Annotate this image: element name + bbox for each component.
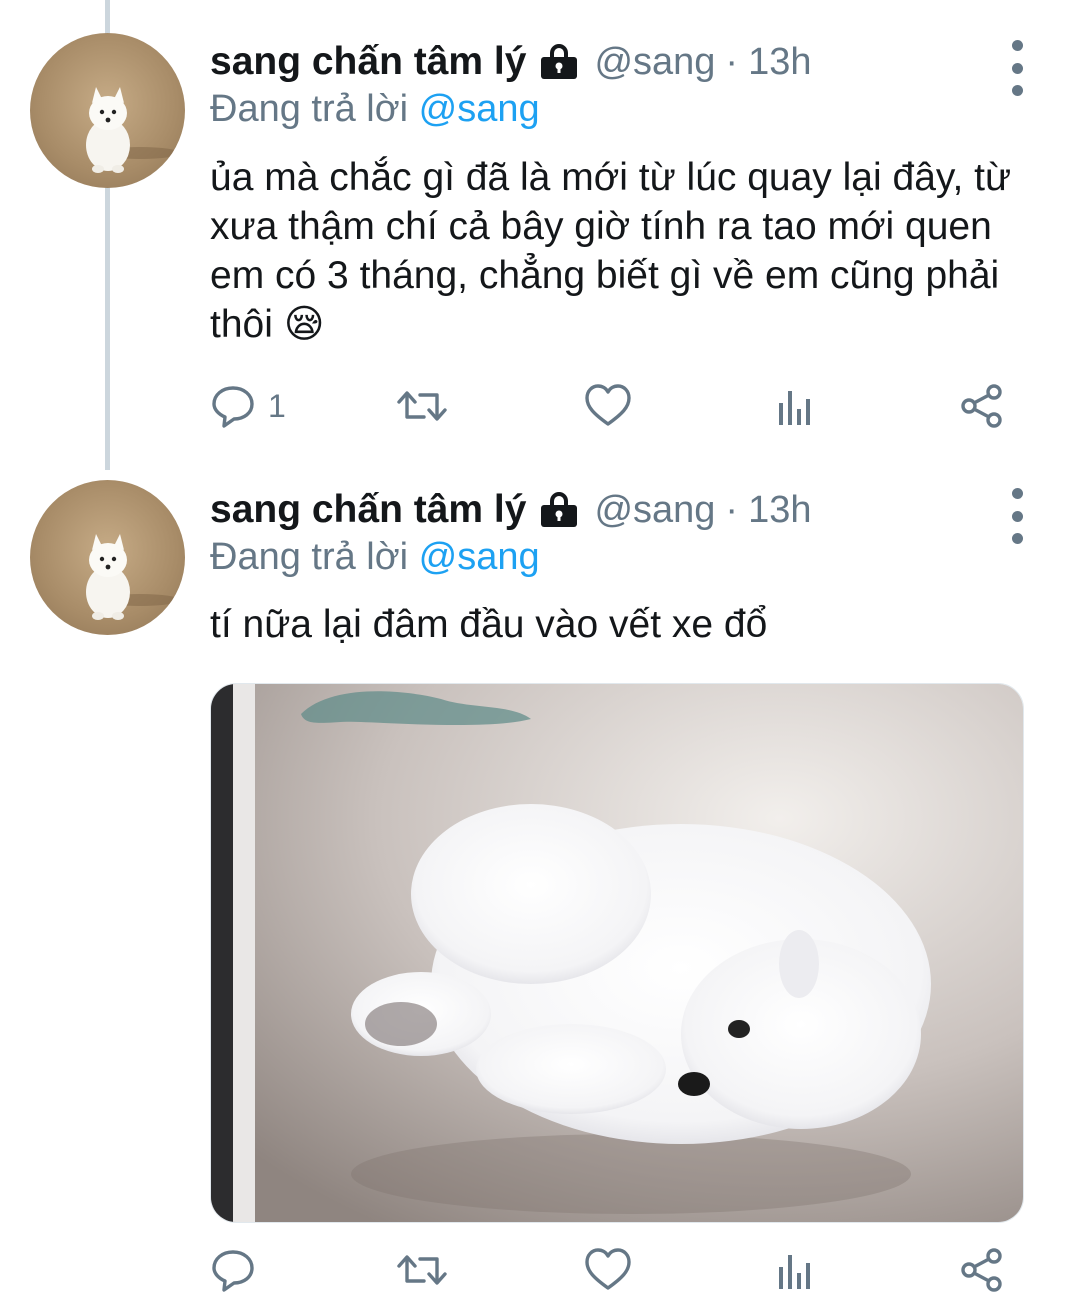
puppy-photo (211, 684, 1023, 1222)
tweet-text: ủa mà chắc gì đã là mới từ lúc quay lại … (210, 156, 1012, 346)
tweet-media[interactable] (210, 683, 1024, 1223)
avatar[interactable] (30, 33, 185, 188)
timestamp[interactable]: 13h (748, 41, 811, 84)
reply-icon (212, 1250, 254, 1292)
timestamp[interactable]: 13h (748, 489, 811, 532)
tweet-1[interactable]: sang chấn tâm lý @sang · 13h Đang trả lờ… (0, 0, 1080, 470)
separator-dot: · (725, 488, 739, 531)
tweet-actions (210, 1245, 1040, 1295)
puppy-avatar-image (86, 87, 180, 173)
share-icon (961, 1248, 1002, 1292)
like-button[interactable] (584, 1245, 632, 1295)
mention-link[interactable]: @sang (419, 88, 540, 130)
mention-link[interactable]: @sang (419, 536, 540, 578)
display-name[interactable]: sang chấn tâm lý (210, 488, 526, 532)
replying-to-line: Đang trả lời @sang (210, 88, 540, 131)
analytics-button[interactable] (775, 381, 815, 431)
reply-button[interactable] (210, 1245, 268, 1295)
retweet-button[interactable] (396, 381, 448, 431)
retweet-icon (397, 391, 447, 421)
analytics-button[interactable] (775, 1245, 815, 1295)
like-button[interactable] (584, 381, 632, 431)
retweet-icon (397, 1255, 447, 1285)
replying-prefix: Đang trả lời (210, 88, 409, 130)
replying-prefix: Đang trả lời (210, 536, 409, 578)
display-name[interactable]: sang chấn tâm lý (210, 40, 526, 84)
like-icon (585, 384, 631, 426)
tweet-header: sang chấn tâm lý @sang · 13h (210, 36, 811, 88)
retweet-button[interactable] (396, 1245, 448, 1295)
reply-button[interactable]: 1 (210, 381, 286, 431)
more-options-button[interactable] (1002, 40, 1032, 96)
puppy-avatar-image (86, 534, 180, 620)
user-handle[interactable]: @sang (594, 489, 715, 532)
lock-icon (538, 44, 580, 80)
more-icon (1011, 40, 1023, 51)
lock-icon (538, 492, 580, 528)
separator-dot: · (725, 40, 739, 83)
share-icon (961, 384, 1002, 428)
user-handle[interactable]: @sang (594, 41, 715, 84)
tweet-header: sang chấn tâm lý @sang · 13h (210, 484, 811, 536)
tweet-actions: 1 (210, 381, 1040, 431)
analytics-icon (779, 391, 810, 425)
reply-icon (212, 386, 254, 428)
analytics-icon (779, 1255, 810, 1289)
like-icon (585, 1248, 631, 1290)
reply-count: 1 (268, 387, 286, 424)
more-icon (1011, 488, 1023, 499)
avatar[interactable] (30, 480, 185, 635)
tweet-2[interactable]: sang chấn tâm lý @sang · 13h Đang trả lờ… (0, 470, 1080, 1309)
share-button[interactable] (958, 1245, 1006, 1295)
share-button[interactable] (958, 381, 1006, 431)
tweet-text: tí nữa lại đâm đầu vào vết xe đổ (210, 603, 768, 646)
replying-to-line: Đang trả lời @sang (210, 536, 540, 579)
more-options-button[interactable] (1002, 488, 1032, 544)
